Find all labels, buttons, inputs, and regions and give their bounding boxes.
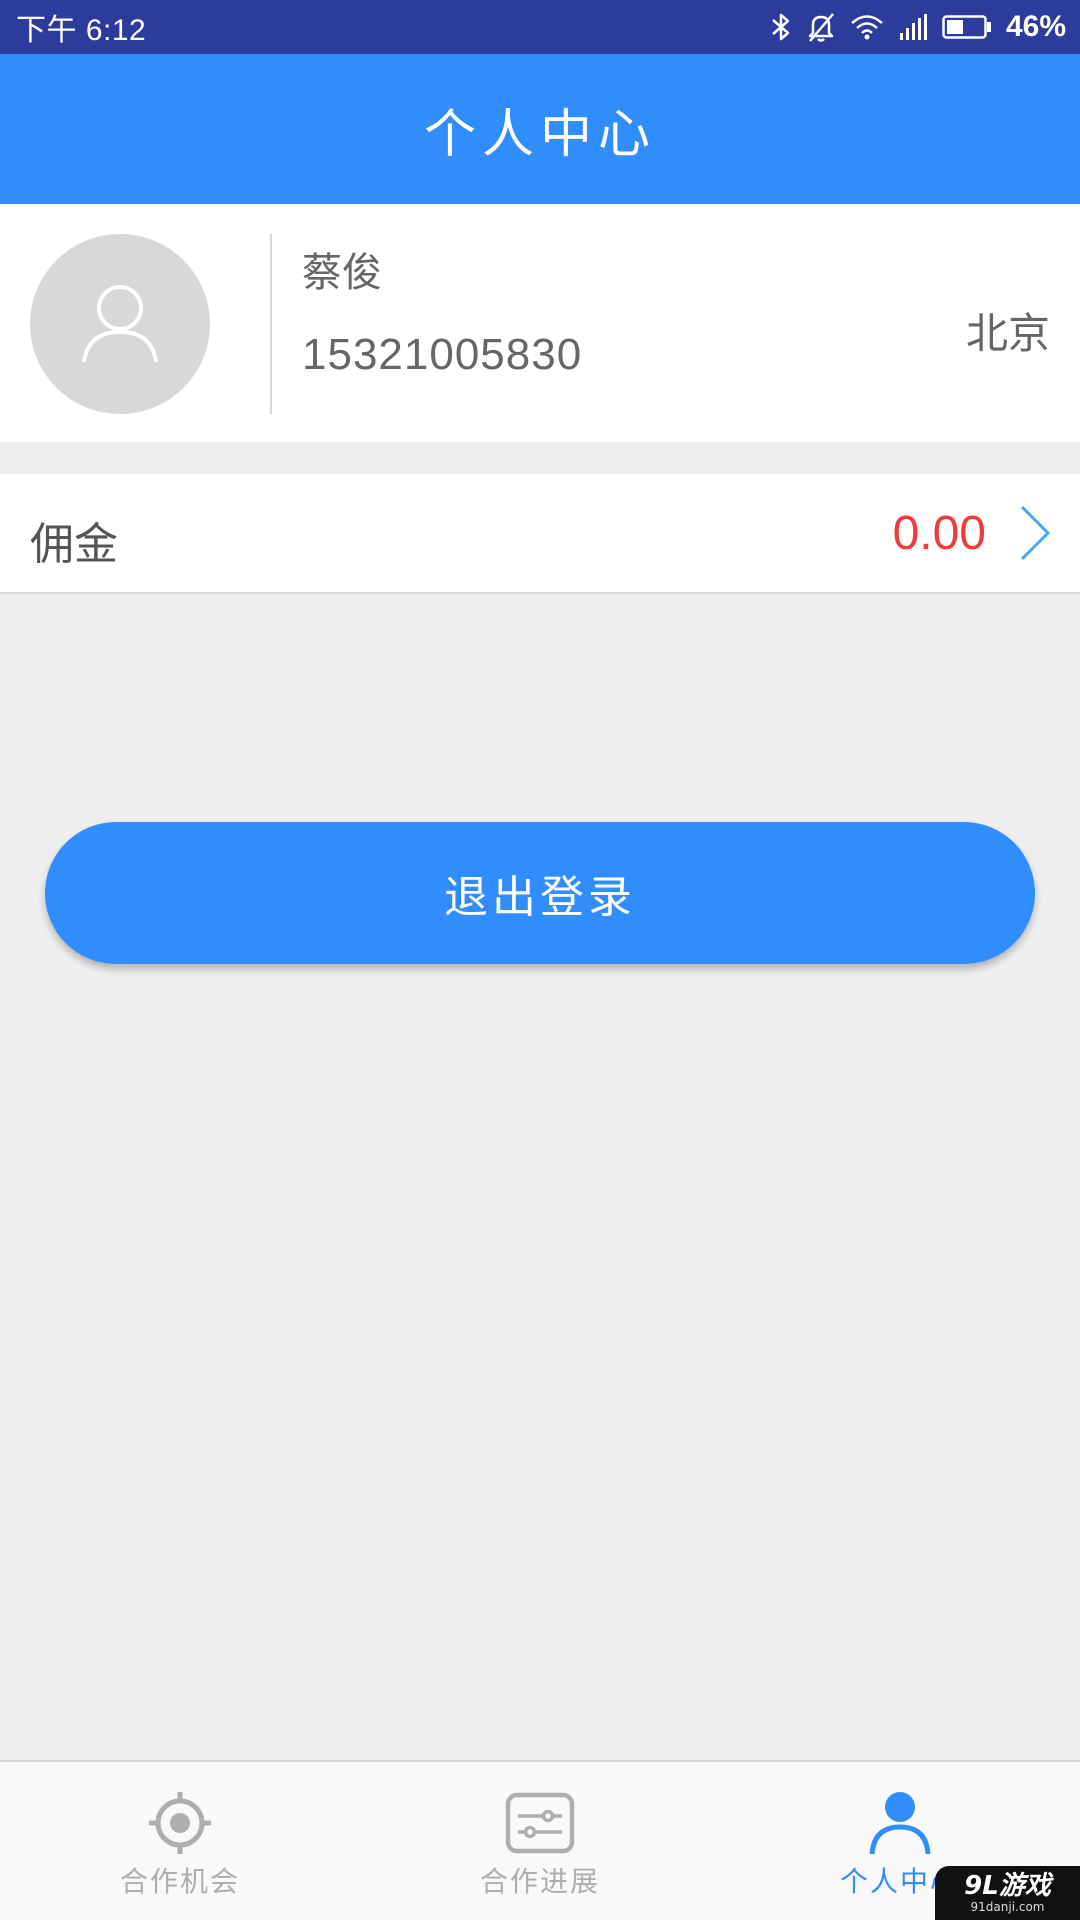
- status-time: 下午 6:12: [16, 14, 147, 47]
- tab-cooperation-opportunity[interactable]: 合作机会: [0, 1762, 360, 1920]
- commission-label: 佣金: [30, 519, 118, 570]
- person-icon: [867, 1790, 933, 1856]
- watermark-url: 91danji.com: [970, 1900, 1045, 1914]
- status-bar: 下午 6:12 46%: [0, 0, 1080, 54]
- wifi-icon: [850, 13, 884, 41]
- profile-card[interactable]: 蔡俊 15321005830 北京: [0, 204, 1080, 442]
- user-city: 北京: [965, 309, 1050, 358]
- user-name: 蔡俊: [302, 250, 382, 296]
- tab-cooperation-progress[interactable]: 合作进展: [360, 1762, 720, 1920]
- watermark: 9L游戏 91danji.com: [935, 1866, 1080, 1920]
- bottom-tab-bar: 合作机会 合作进展 个人中心: [0, 1760, 1080, 1920]
- battery-icon: [942, 14, 992, 40]
- target-icon: [147, 1790, 213, 1856]
- battery-percent: 46%: [1005, 10, 1066, 43]
- logout-button[interactable]: 退出登录: [45, 822, 1035, 964]
- bluetooth-icon: [770, 11, 792, 43]
- tab-label: 合作机会: [119, 1865, 240, 1898]
- bell-muted-icon: [806, 11, 836, 43]
- profile-divider: [270, 234, 272, 414]
- page-title: 个人中心: [423, 104, 656, 165]
- tab-label: 合作进展: [479, 1865, 600, 1898]
- sliders-icon: [505, 1790, 575, 1856]
- commission-value: 0.00: [892, 507, 986, 560]
- cellular-signal-icon: [898, 13, 928, 41]
- commission-row[interactable]: 佣金 0.00: [0, 474, 1080, 594]
- title-bar: 个人中心: [0, 54, 1080, 204]
- watermark-logo: 9L游戏: [964, 1871, 1051, 1901]
- status-icons: 46%: [770, 10, 1066, 44]
- avatar[interactable]: [30, 234, 210, 414]
- user-phone: 15321005830: [302, 330, 583, 379]
- chevron-right-icon[interactable]: [1018, 504, 1052, 566]
- user-placeholder-icon: [80, 280, 160, 368]
